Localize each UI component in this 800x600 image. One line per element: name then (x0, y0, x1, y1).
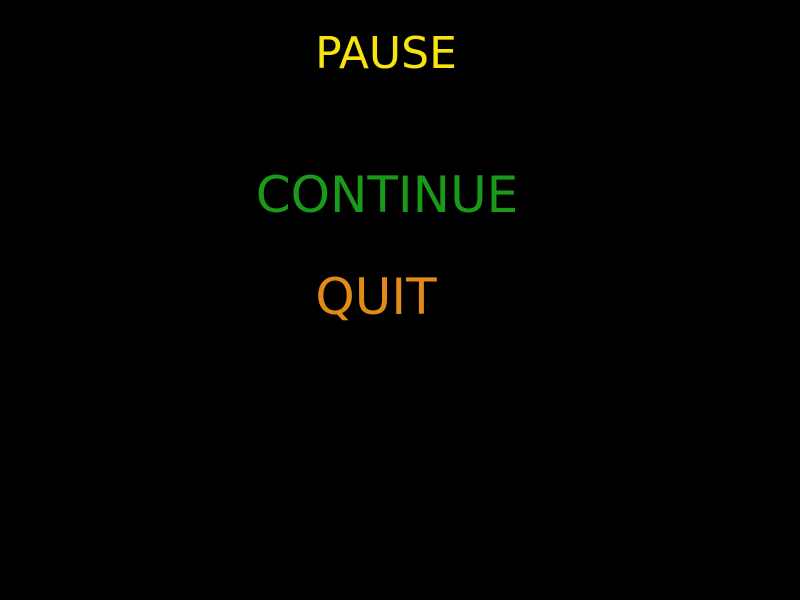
continue-button[interactable]: CONTINUE (0, 166, 774, 224)
pause-screen: PAUSE CONTINUE QUIT (0, 0, 800, 600)
pause-title: PAUSE (315, 28, 457, 79)
quit-button[interactable]: QUIT (0, 268, 752, 326)
